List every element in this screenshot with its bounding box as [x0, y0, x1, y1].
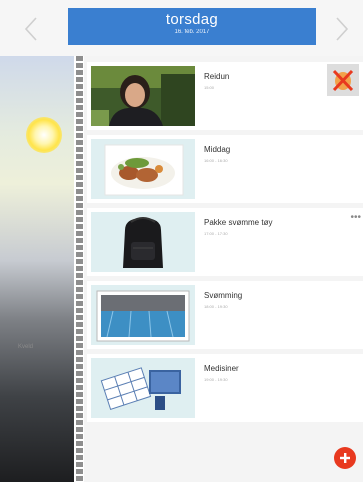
activity-time: 18:00 - 19:30: [204, 304, 228, 309]
add-activity-button[interactable]: [334, 447, 356, 469]
day-planner-screen: torsdag 16. feb. 2017 Kveld Reidun 15:00…: [0, 0, 363, 482]
day-name: torsdag: [165, 11, 219, 28]
activity-time: 17:00 - 17:30: [204, 231, 228, 236]
activity-card[interactable]: Middag 16:00 - 16:30: [87, 135, 363, 203]
next-day-button[interactable]: [329, 14, 355, 44]
activity-time: 19:00 - 19:30: [204, 377, 228, 382]
activity-card[interactable]: Medisiner 19:00 - 19:30: [87, 354, 363, 422]
date-title[interactable]: torsdag 16. feb. 2017: [68, 8, 316, 45]
delete-button[interactable]: [327, 64, 359, 96]
more-dots-icon: •••: [350, 212, 361, 223]
activity-title: Medisiner: [204, 364, 239, 373]
activity-card[interactable]: Pakke svømme tøy 17:00 - 17:30 •••: [87, 208, 363, 276]
medicine-photo: [91, 358, 195, 418]
swimming-pool-photo: [91, 285, 195, 345]
activity-title: Svømming: [204, 291, 243, 300]
time-ruler[interactable]: [74, 56, 84, 482]
previous-day-button[interactable]: [18, 14, 44, 44]
activity-time: 15:00: [204, 85, 215, 90]
activity-title: Middag: [204, 145, 231, 154]
activity-card[interactable]: Reidun 15:00: [87, 62, 363, 130]
activity-card[interactable]: Svømming 18:00 - 19:30: [87, 281, 363, 349]
plus-icon: [340, 453, 350, 463]
header: torsdag 16. feb. 2017: [0, 0, 363, 56]
backpack-photo: [91, 212, 195, 272]
chevron-right-icon: [336, 17, 349, 41]
activity-list: Reidun 15:00 Middag 16:00 - 16:30 Pakke …: [87, 62, 363, 427]
delete-icon: [332, 69, 354, 92]
period-label: Kveld: [18, 344, 34, 350]
chevron-left-icon: [24, 17, 37, 41]
activity-title: Pakke svømme tøy: [204, 218, 273, 227]
activity-title: Reidun: [204, 72, 230, 81]
ruler-ticks: [76, 56, 83, 482]
day-date: 16. feb. 2017: [174, 29, 210, 35]
sun-icon: [26, 117, 62, 153]
day-timeline: Kveld: [0, 56, 74, 482]
more-options-button[interactable]: •••: [350, 212, 361, 223]
person-photo: [91, 66, 195, 126]
activity-time: 16:00 - 16:30: [204, 158, 228, 163]
dinner-plate-photo: [91, 139, 195, 199]
